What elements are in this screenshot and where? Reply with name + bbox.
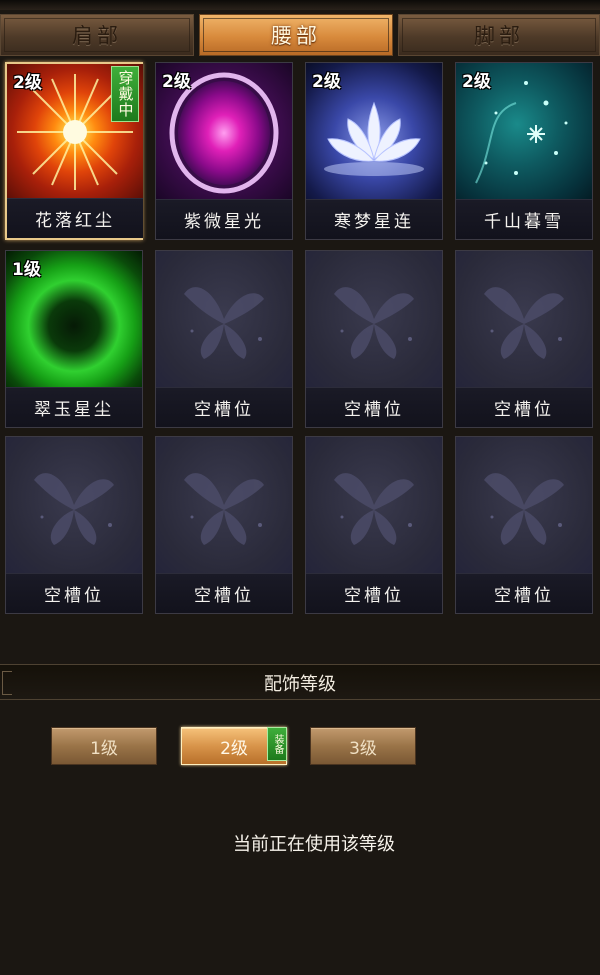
top-frame-strip <box>0 0 600 10</box>
butterfly-placeholder-icon <box>306 251 442 387</box>
slot-name: 空槽位 <box>306 387 442 427</box>
empty-slot[interactable]: 空槽位 <box>455 436 593 614</box>
body-part-tabs: 肩部 腰部 脚部 <box>0 14 600 58</box>
slot-name: 花落红尘 <box>7 198 143 238</box>
accessory-slot[interactable]: 2级 紫微星光 <box>155 62 293 240</box>
level-1-button[interactable]: 1级 <box>51 727 157 765</box>
slot-level: 2级 <box>13 73 42 93</box>
section-title: 配饰等级 <box>264 674 336 695</box>
slot-name: 空槽位 <box>456 387 592 427</box>
slot-level: 1级 <box>12 260 41 280</box>
butterfly-placeholder-icon <box>306 437 442 573</box>
empty-slot[interactable]: 空槽位 <box>155 250 293 428</box>
butterfly-placeholder-icon <box>6 437 142 573</box>
butterfly-placeholder-icon <box>156 251 292 387</box>
accessory-slot[interactable]: 1级 翠玉星尘 <box>5 250 143 428</box>
accessory-slot[interactable]: 2级 寒梦星连 <box>305 62 443 240</box>
butterfly-placeholder-icon <box>456 251 592 387</box>
butterfly-placeholder-icon <box>456 437 592 573</box>
accessory-slot[interactable]: 2级 千山暮雪 <box>455 62 593 240</box>
slot-name: 空槽位 <box>6 573 142 613</box>
accessory-slot[interactable]: 2级 穿戴中 花落红尘 <box>5 62 143 240</box>
empty-slot[interactable]: 空槽位 <box>305 436 443 614</box>
empty-slot[interactable]: 空槽位 <box>455 250 593 428</box>
tab-frame <box>4 18 190 52</box>
slot-level: 2级 <box>462 72 491 92</box>
butterfly-placeholder-icon <box>156 437 292 573</box>
slot-level: 2级 <box>162 72 191 92</box>
slot-name: 紫微星光 <box>156 199 292 239</box>
slot-name: 翠玉星尘 <box>6 387 142 427</box>
accessory-level-header: 配饰等级 <box>0 664 600 700</box>
slot-name: 空槽位 <box>306 573 442 613</box>
tab-frame <box>203 18 389 52</box>
equipped-badge: 穿戴中 <box>111 66 139 122</box>
empty-slot[interactable]: 空槽位 <box>155 436 293 614</box>
slot-name: 寒梦星连 <box>306 199 442 239</box>
empty-slot[interactable]: 空槽位 <box>5 436 143 614</box>
level-3-button[interactable]: 3级 <box>310 727 416 765</box>
tab-waist[interactable]: 腰部 <box>199 14 393 56</box>
tab-shoulder[interactable]: 肩部 <box>0 14 194 56</box>
tab-feet[interactable]: 脚部 <box>398 14 600 56</box>
tab-frame <box>402 18 596 52</box>
equipped-tag: 装备 <box>267 727 287 761</box>
slot-name: 空槽位 <box>156 387 292 427</box>
slot-name: 空槽位 <box>456 573 592 613</box>
slot-level: 2级 <box>312 72 341 92</box>
slot-name: 千山暮雪 <box>456 199 592 239</box>
status-text: 当前正在使用该等级 <box>233 834 395 855</box>
empty-slot[interactable]: 空槽位 <box>305 250 443 428</box>
slot-name: 空槽位 <box>156 573 292 613</box>
